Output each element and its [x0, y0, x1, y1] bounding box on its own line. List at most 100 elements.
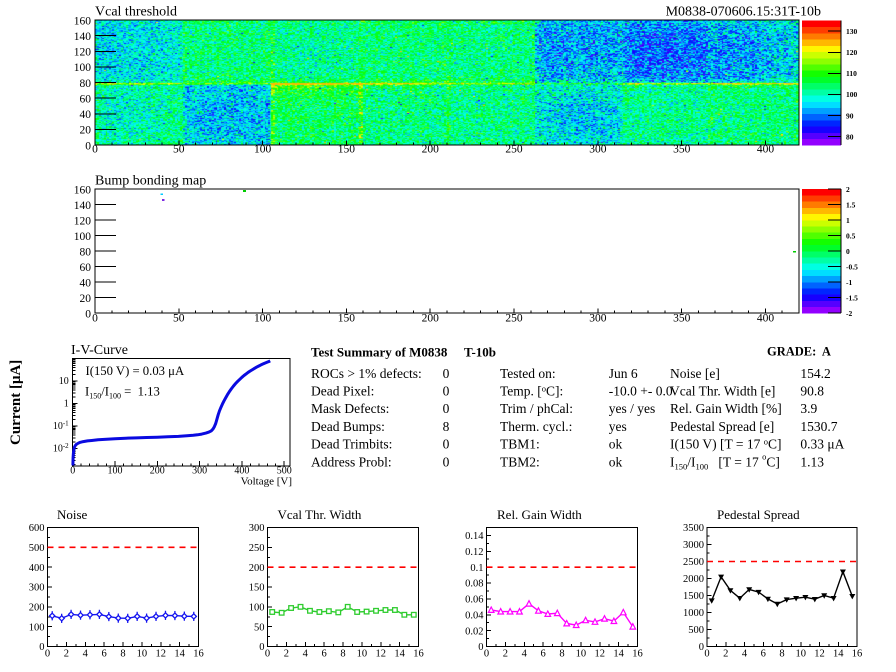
svg-text:M0838-070606.15:31T-10b: M0838-070606.15:31T-10b: [666, 5, 821, 20]
svg-text:3000: 3000: [683, 540, 704, 551]
svg-text:200: 200: [29, 603, 45, 614]
svg-text:120: 120: [74, 47, 92, 59]
svg-text:120: 120: [846, 48, 858, 57]
svg-text:6: 6: [101, 649, 106, 660]
svg-text:8: 8: [779, 649, 784, 660]
svg-text:Mask Defects:: Mask Defects:: [311, 401, 389, 416]
svg-text:-2: -2: [846, 309, 852, 318]
svg-text:14: 14: [613, 649, 624, 660]
svg-text:40: 40: [80, 109, 92, 121]
svg-text:400: 400: [757, 144, 775, 156]
svg-text:4: 4: [303, 649, 309, 660]
svg-text:Vcal Thr. Width: Vcal Thr. Width: [278, 507, 362, 522]
svg-text:12: 12: [814, 649, 825, 660]
svg-text:100: 100: [846, 90, 858, 99]
svg-text:0: 0: [92, 312, 98, 324]
svg-text:I-V-Curve: I-V-Curve: [71, 343, 128, 358]
svg-text:I(150 V) = 0.03 μA: I(150 V) = 0.03 μA: [86, 364, 185, 378]
svg-text:yes: yes: [609, 419, 627, 434]
svg-text:2500: 2500: [683, 557, 704, 568]
svg-text:Rel. Gain Width [%]: Rel. Gain Width [%]: [670, 401, 782, 416]
svg-text:100: 100: [29, 622, 45, 633]
svg-text:20: 20: [80, 293, 92, 305]
svg-text:140: 140: [74, 31, 92, 43]
svg-text:0: 0: [443, 437, 450, 452]
svg-text:6: 6: [321, 649, 326, 660]
svg-text:40: 40: [80, 277, 92, 289]
svg-text:0.06: 0.06: [465, 595, 483, 606]
svg-text:ok: ok: [609, 454, 623, 469]
svg-text:Test Summary of M0838: Test Summary of M0838: [311, 345, 448, 360]
svg-text:Jun 6: Jun 6: [609, 366, 638, 381]
svg-text:100: 100: [254, 312, 272, 324]
svg-text:100: 100: [249, 603, 265, 614]
svg-text:4: 4: [742, 649, 748, 660]
svg-text:1.13: 1.13: [800, 454, 824, 469]
svg-text:80: 80: [80, 78, 92, 90]
svg-text:3.9: 3.9: [800, 401, 817, 416]
svg-text:10: 10: [576, 649, 587, 660]
svg-text:400: 400: [29, 563, 45, 574]
svg-text:300: 300: [29, 583, 45, 594]
svg-text:14: 14: [394, 649, 405, 660]
svg-text:160: 160: [74, 184, 92, 196]
svg-text:300: 300: [589, 312, 607, 324]
svg-text:-1: -1: [846, 278, 852, 287]
svg-text:120: 120: [74, 215, 92, 227]
svg-text:0: 0: [443, 384, 450, 399]
svg-text:0: 0: [443, 366, 450, 381]
svg-text:80: 80: [80, 246, 92, 258]
svg-text:0: 0: [699, 642, 704, 653]
svg-text:-10.0 +- 0.0: -10.0 +- 0.0: [609, 384, 673, 399]
svg-text:-1.5: -1.5: [846, 293, 858, 302]
svg-text:90.8: 90.8: [800, 384, 824, 399]
svg-text:Bump bonding map: Bump bonding map: [95, 174, 206, 189]
svg-text:250: 250: [505, 312, 523, 324]
svg-text:10: 10: [357, 649, 368, 660]
svg-text:0.14: 0.14: [465, 531, 484, 542]
svg-text:0.5: 0.5: [846, 231, 856, 240]
svg-text:60: 60: [80, 262, 92, 274]
svg-text:10: 10: [796, 649, 807, 660]
svg-text:60: 60: [80, 93, 92, 105]
svg-text:I(150 V) [T = 17 oC]: I(150 V) [T = 17 oC]: [670, 437, 781, 452]
svg-text:Current [μA]: Current [μA]: [8, 360, 24, 445]
svg-text:1530.7: 1530.7: [800, 419, 837, 434]
svg-text:300: 300: [249, 523, 265, 534]
svg-text:300: 300: [589, 144, 607, 156]
svg-text:160: 160: [74, 15, 92, 27]
svg-text:2000: 2000: [683, 574, 704, 585]
svg-text:250: 250: [249, 543, 265, 554]
svg-text:300: 300: [192, 466, 207, 477]
svg-text:0: 0: [265, 649, 270, 660]
svg-text:200: 200: [422, 312, 440, 324]
svg-text:2: 2: [284, 649, 289, 660]
svg-text:Trim / phCal:: Trim / phCal:: [500, 401, 573, 416]
svg-text:Noise [e]: Noise [e]: [670, 366, 720, 381]
svg-text:0: 0: [259, 642, 264, 653]
svg-text:8: 8: [340, 649, 345, 660]
svg-text:8: 8: [559, 649, 564, 660]
svg-text:0.02: 0.02: [465, 626, 483, 637]
svg-text:16: 16: [413, 649, 424, 660]
svg-text:Tested on:: Tested on:: [500, 366, 556, 381]
svg-text:10-1: 10-1: [53, 420, 69, 433]
svg-text:0.04: 0.04: [465, 611, 484, 622]
svg-text:1000: 1000: [683, 608, 704, 619]
svg-text:I150/I100 = 1.13: I150/I100 = 1.13: [85, 385, 160, 401]
svg-text:90: 90: [846, 111, 854, 120]
svg-text:Temp. [oC]:: Temp. [oC]:: [500, 384, 563, 399]
svg-text:2: 2: [503, 649, 508, 660]
svg-text:TBM1:: TBM1:: [500, 437, 540, 452]
svg-text:130: 130: [846, 27, 858, 36]
svg-text:ROCs > 1% defects:: ROCs > 1% defects:: [311, 366, 422, 381]
svg-text:I150/I100 [T = 17 oC]: I150/I100 [T = 17 oC]: [670, 451, 780, 471]
svg-text:Vcal threshold: Vcal threshold: [95, 5, 177, 20]
svg-text:0: 0: [704, 649, 709, 660]
svg-text:150: 150: [338, 312, 356, 324]
svg-text:50: 50: [173, 312, 185, 324]
svg-text:100: 100: [74, 231, 92, 243]
svg-text:0: 0: [45, 649, 50, 660]
svg-text:Noise: Noise: [57, 507, 88, 522]
svg-text:16: 16: [193, 649, 204, 660]
